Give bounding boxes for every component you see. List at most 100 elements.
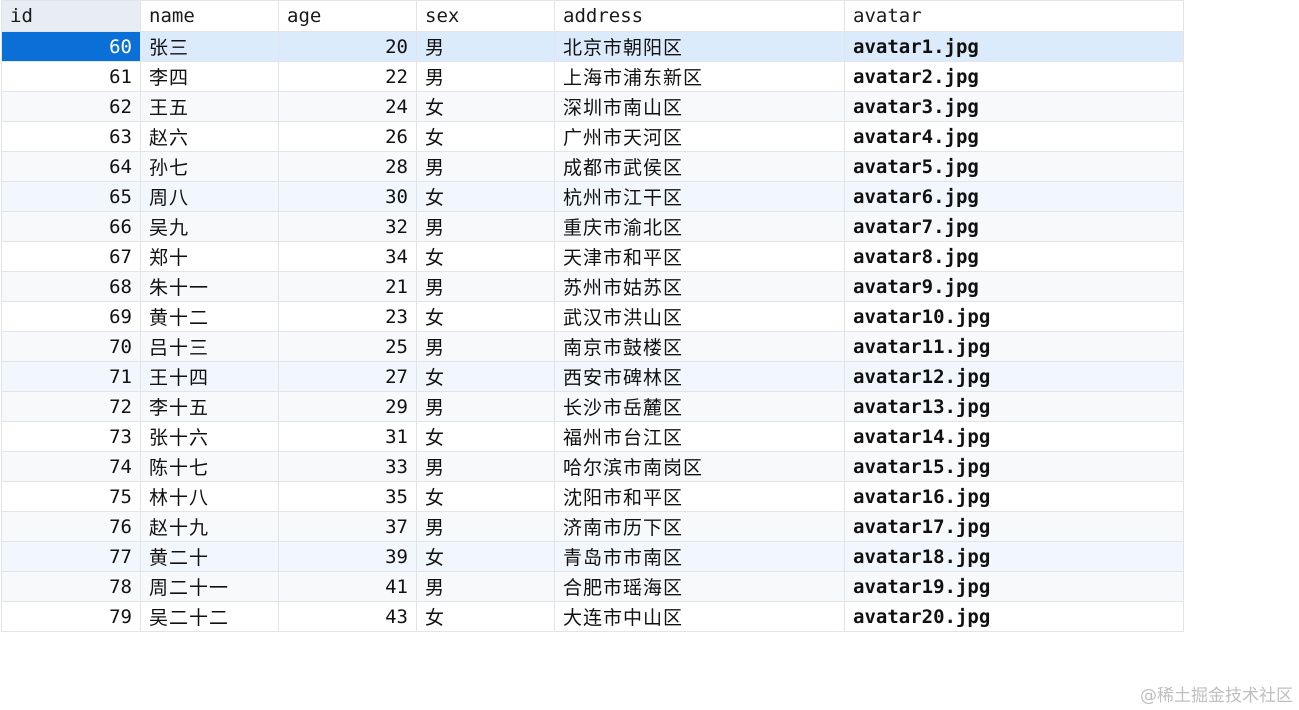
cell-name[interactable]: 赵十九 [140,511,279,542]
cell-age[interactable]: 20 [278,31,417,62]
table-row[interactable]: 76 赵十九 37 男济南市历下区 avatar17.jpg [1,511,1184,542]
cell-name[interactable]: 周八 [140,181,279,212]
cell-address[interactable]: 上海市浦东新区 [554,61,845,92]
cell-address[interactable]: 重庆市渝北区 [554,211,845,242]
cell-address[interactable]: 青岛市市南区 [554,541,845,572]
cell-age[interactable]: 24 [278,91,417,122]
cell-id[interactable]: 60 [1,31,141,62]
cell-name[interactable]: 黄二十 [140,541,279,572]
table-row[interactable]: 64 孙七 28 男成都市武侯区 avatar5.jpg [1,151,1184,182]
cell-address[interactable]: 哈尔滨市南岗区 [554,451,845,482]
cell-avatar[interactable]: avatar16.jpg [844,481,1184,512]
cell-address[interactable]: 深圳市南山区 [554,91,845,122]
cell-age[interactable]: 34 [278,241,417,272]
cell-sex[interactable]: 男 [416,331,555,362]
table-row[interactable]: 72 李十五 29 男长沙市岳麓区 avatar13.jpg [1,391,1184,422]
table-row[interactable]: 63 赵六 26 女广州市天河区 avatar4.jpg [1,121,1184,152]
cell-avatar[interactable]: avatar17.jpg [844,511,1184,542]
cell-name[interactable]: 王五 [140,91,279,122]
cell-address[interactable]: 西安市碑林区 [554,361,845,392]
table-row[interactable]: 78 周二十一 41 男合肥市瑶海区 avatar19.jpg [1,571,1184,602]
cell-age[interactable]: 29 [278,391,417,422]
cell-age[interactable]: 41 [278,571,417,602]
cell-age[interactable]: 30 [278,181,417,212]
table-row[interactable]: 67 郑十 34 女天津市和平区 avatar8.jpg [1,241,1184,272]
cell-address[interactable]: 长沙市岳麓区 [554,391,845,422]
cell-address[interactable]: 合肥市瑶海区 [554,571,845,602]
cell-age[interactable]: 28 [278,151,417,182]
cell-address[interactable]: 济南市历下区 [554,511,845,542]
cell-avatar[interactable]: avatar8.jpg [844,241,1184,272]
cell-age[interactable]: 35 [278,481,417,512]
cell-age[interactable]: 27 [278,361,417,392]
table-row[interactable]: 69 黄十二 23 女武汉市洪山区 avatar10.jpg [1,301,1184,332]
cell-age[interactable]: 33 [278,451,417,482]
cell-avatar[interactable]: avatar7.jpg [844,211,1184,242]
table-row[interactable]: 65 周八 30 女杭州市江干区 avatar6.jpg [1,181,1184,212]
cell-name[interactable]: 张三 [140,31,279,62]
table-row[interactable]: 61 李四 22 男上海市浦东新区 avatar2.jpg [1,61,1184,92]
cell-id[interactable]: 67 [1,241,141,272]
table-row[interactable]: 66 吴九 32 男重庆市渝北区 avatar7.jpg [1,211,1184,242]
cell-name[interactable]: 李十五 [140,391,279,422]
column-header-age[interactable]: age [278,0,417,32]
table-row[interactable]: 75 林十八 35 女沈阳市和平区 avatar16.jpg [1,481,1184,512]
column-header-id[interactable]: id [1,0,141,32]
cell-name[interactable]: 朱十一 [140,271,279,302]
cell-address[interactable]: 成都市武侯区 [554,151,845,182]
cell-avatar[interactable]: avatar5.jpg [844,151,1184,182]
cell-id[interactable]: 68 [1,271,141,302]
cell-sex[interactable]: 男 [416,451,555,482]
cell-name[interactable]: 郑十 [140,241,279,272]
cell-avatar[interactable]: avatar6.jpg [844,181,1184,212]
cell-name[interactable]: 林十八 [140,481,279,512]
cell-name[interactable]: 孙七 [140,151,279,182]
cell-id[interactable]: 69 [1,301,141,332]
cell-age[interactable]: 39 [278,541,417,572]
cell-sex[interactable]: 女 [416,301,555,332]
cell-name[interactable]: 王十四 [140,361,279,392]
cell-address[interactable]: 武汉市洪山区 [554,301,845,332]
cell-address[interactable]: 沈阳市和平区 [554,481,845,512]
cell-avatar[interactable]: avatar19.jpg [844,571,1184,602]
cell-id[interactable]: 75 [1,481,141,512]
result-grid[interactable]: id name age sex address avatar 60 张三 20 男北京… [1,0,1184,632]
table-row[interactable]: 74 陈十七 33 男哈尔滨市南岗区 avatar15.jpg [1,451,1184,482]
cell-id[interactable]: 65 [1,181,141,212]
table-row[interactable]: 73 张十六 31 女福州市台江区 avatar14.jpg [1,421,1184,452]
cell-id[interactable]: 63 [1,121,141,152]
cell-sex[interactable]: 女 [416,601,555,632]
cell-sex[interactable]: 男 [416,571,555,602]
cell-age[interactable]: 25 [278,331,417,362]
cell-sex[interactable]: 女 [416,361,555,392]
cell-id[interactable]: 71 [1,361,141,392]
cell-name[interactable]: 陈十七 [140,451,279,482]
cell-id[interactable]: 61 [1,61,141,92]
cell-avatar[interactable]: avatar20.jpg [844,601,1184,632]
table-row[interactable]: 60 张三 20 男北京市朝阳区 avatar1.jpg [1,31,1184,62]
cell-age[interactable]: 21 [278,271,417,302]
cell-id[interactable]: 64 [1,151,141,182]
cell-address[interactable]: 苏州市姑苏区 [554,271,845,302]
cell-id[interactable]: 77 [1,541,141,572]
cell-id[interactable]: 73 [1,421,141,452]
cell-id[interactable]: 72 [1,391,141,422]
cell-sex[interactable]: 女 [416,481,555,512]
cell-address[interactable]: 南京市鼓楼区 [554,331,845,362]
cell-age[interactable]: 22 [278,61,417,92]
cell-sex[interactable]: 女 [416,421,555,452]
cell-sex[interactable]: 女 [416,91,555,122]
cell-avatar[interactable]: avatar11.jpg [844,331,1184,362]
cell-avatar[interactable]: avatar18.jpg [844,541,1184,572]
cell-avatar[interactable]: avatar14.jpg [844,421,1184,452]
table-row[interactable]: 70 吕十三 25 男南京市鼓楼区 avatar11.jpg [1,331,1184,362]
cell-avatar[interactable]: avatar4.jpg [844,121,1184,152]
cell-sex[interactable]: 男 [416,271,555,302]
cell-name[interactable]: 吕十三 [140,331,279,362]
cell-name[interactable]: 黄十二 [140,301,279,332]
cell-id[interactable]: 62 [1,91,141,122]
cell-avatar[interactable]: avatar3.jpg [844,91,1184,122]
column-header-address[interactable]: address [554,0,845,32]
cell-id[interactable]: 76 [1,511,141,542]
table-row[interactable]: 62 王五 24 女深圳市南山区 avatar3.jpg [1,91,1184,122]
